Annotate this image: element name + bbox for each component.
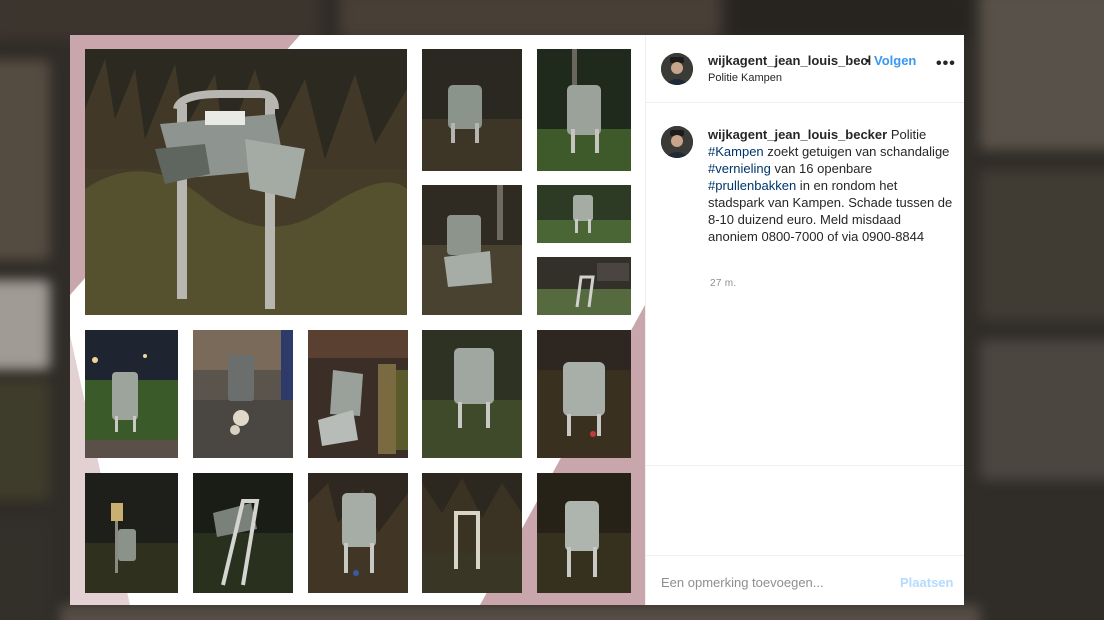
caption-username[interactable]: wijkagent_jean_louis_becker: [708, 127, 887, 142]
post-caption: wijkagent_jean_louis_becker Politie #Kam…: [708, 126, 953, 245]
post-comment-button[interactable]: Plaatsen: [900, 575, 953, 590]
post-header: wijkagent_jean_louis_becl • Volgen Polit…: [646, 35, 964, 103]
collage-photo-large: [85, 49, 407, 315]
collage-photo: [85, 473, 178, 593]
collage-photo: [537, 185, 631, 243]
collage-photo: [537, 49, 631, 171]
collage-photo: [308, 330, 408, 458]
caption-avatar[interactable]: [661, 126, 693, 158]
more-horizontal-icon[interactable]: •••: [936, 55, 956, 73]
collage-photo: [422, 330, 522, 458]
collage-photo: [308, 473, 408, 593]
follow-button[interactable]: Volgen: [874, 53, 916, 68]
hashtag-link[interactable]: #vernieling: [708, 161, 771, 176]
collage-photo: [422, 473, 522, 593]
collage-photo: [537, 473, 631, 593]
caption-text: Politie: [887, 127, 927, 142]
collage-photo: [193, 330, 293, 458]
post-author-username[interactable]: wijkagent_jean_louis_becl: [708, 53, 871, 68]
header-separator: •: [865, 53, 870, 68]
hashtag-link[interactable]: #prullenbakken: [708, 178, 796, 193]
collage-photo: [193, 473, 293, 593]
caption-text: zoekt getuigen van schandalige: [763, 144, 950, 159]
collage-photo: [422, 185, 522, 315]
hashtag-link[interactable]: #Kampen: [708, 144, 764, 159]
collage-photo: [537, 330, 631, 458]
collage-photo: [537, 257, 631, 315]
caption-text: van 16 openbare: [770, 161, 873, 176]
collage-photo: [422, 49, 522, 171]
comment-input[interactable]: Een opmerking toevoegen...: [661, 575, 824, 590]
post-timestamp[interactable]: 27 m.: [710, 278, 737, 289]
post-sidebar: wijkagent_jean_louis_becl • Volgen Polit…: [645, 35, 964, 605]
collage-photo: [85, 330, 178, 458]
post-location[interactable]: Politie Kampen: [708, 72, 782, 84]
avatar[interactable]: [661, 53, 693, 85]
divider: [646, 465, 964, 466]
post-media-collage[interactable]: [70, 35, 645, 605]
divider: [646, 555, 964, 556]
instagram-post: wijkagent_jean_louis_becl • Volgen Polit…: [70, 35, 964, 605]
